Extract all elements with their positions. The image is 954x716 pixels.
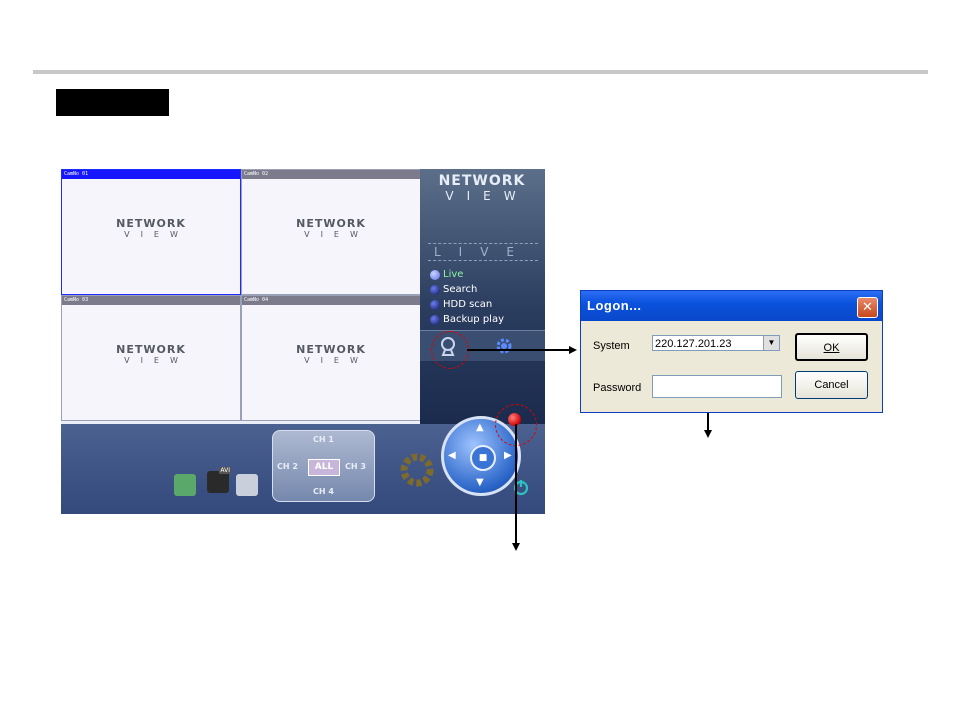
top-rule [33, 70, 928, 74]
menu-item-backup-play[interactable]: Backup play [430, 312, 504, 327]
avi-record-icon[interactable]: AVI [207, 467, 231, 493]
logon-dialog: Logon... ✕ System 220.127.201.23 ▼ Passw… [580, 290, 883, 413]
channel-2-button[interactable]: CH 2 [277, 462, 298, 471]
camera-placeholder-logo: NETWORK VIEW [116, 217, 189, 240]
avi-badge: AVI [219, 467, 231, 474]
camera-placeholder-logo: NETWORK VIEW [116, 343, 189, 366]
nvr-application: CamNo 01 NETWORK VIEW CamNo 02 NETWORK V… [61, 169, 545, 514]
cancel-button[interactable]: Cancel [795, 371, 868, 399]
camera-view-1[interactable]: CamNo 01 NETWORK VIEW [61, 169, 241, 295]
channel-3-button[interactable]: CH 3 [345, 462, 366, 471]
radio-dot-icon [430, 299, 440, 310]
ptz-stop-button[interactable]: ■ [470, 445, 496, 471]
menu-item-hdd-scan[interactable]: HDD scan [430, 297, 504, 312]
arrowhead-right-icon [569, 345, 577, 354]
system-select[interactable]: 220.127.201.23 ▼ [652, 335, 780, 351]
menu-item-live[interactable]: Live [430, 267, 504, 282]
radio-dot-icon [430, 269, 440, 280]
gear-icon [496, 338, 512, 354]
ptz-left-arrow-icon[interactable]: ◀ [448, 450, 456, 461]
close-icon[interactable]: ✕ [857, 297, 878, 318]
mode-indicator: LIVE [428, 243, 538, 261]
camera-label: CamNo 03 [62, 296, 240, 305]
connector-line [515, 424, 517, 543]
camera-view-3[interactable]: CamNo 03 NETWORK VIEW [61, 295, 241, 421]
ok-button[interactable]: OK [795, 333, 868, 361]
camera-label: CamNo 01 [62, 170, 240, 179]
connector-line [467, 349, 569, 351]
title-block [56, 89, 169, 116]
channel-4-button[interactable]: CH 4 [313, 487, 334, 496]
chevron-down-icon[interactable]: ▼ [763, 336, 779, 350]
ptz-down-arrow-icon[interactable]: ▼ [476, 477, 484, 488]
camera-view-4[interactable]: CamNo 04 NETWORK VIEW [241, 295, 421, 421]
channel-selector: CH 1 CH 2 CH 3 CH 4 ALL [272, 430, 375, 502]
dialog-title: Logon... [581, 291, 882, 321]
camera-label: CamNo 02 [242, 170, 420, 179]
ptz-right-arrow-icon[interactable]: ▶ [504, 450, 512, 461]
arrowhead-down-icon [703, 430, 712, 438]
channel-all-button[interactable]: ALL [308, 459, 340, 476]
gear-decoration-icon [400, 453, 434, 487]
control-panel: NETWORK VIEW LIVE Live Search HDD scan B… [420, 169, 545, 424]
ptz-up-arrow-icon[interactable]: ▲ [476, 422, 484, 433]
radio-dot-icon [430, 284, 440, 295]
settings-button[interactable] [492, 335, 516, 357]
camera-view-2[interactable]: CamNo 02 NETWORK VIEW [241, 169, 421, 295]
menu-item-search[interactable]: Search [430, 282, 504, 297]
password-field[interactable] [652, 375, 782, 398]
snapshot-icon[interactable] [174, 474, 196, 496]
system-label: System [593, 340, 630, 352]
mode-menu: Live Search HDD scan Backup play [430, 267, 504, 327]
arrowhead-down-icon [511, 543, 520, 551]
camera-placeholder-logo: NETWORK VIEW [296, 343, 369, 366]
password-label: Password [593, 382, 642, 394]
radio-dot-icon [430, 314, 440, 325]
print-icon[interactable] [236, 474, 258, 496]
camera-placeholder-logo: NETWORK VIEW [296, 217, 369, 240]
logon-callout [431, 331, 469, 369]
channel-1-button[interactable]: CH 1 [313, 435, 334, 444]
network-view-logo: NETWORK VIEW [438, 173, 529, 203]
system-value: 220.127.201.23 [655, 338, 732, 350]
camera-label: CamNo 04 [242, 296, 420, 305]
